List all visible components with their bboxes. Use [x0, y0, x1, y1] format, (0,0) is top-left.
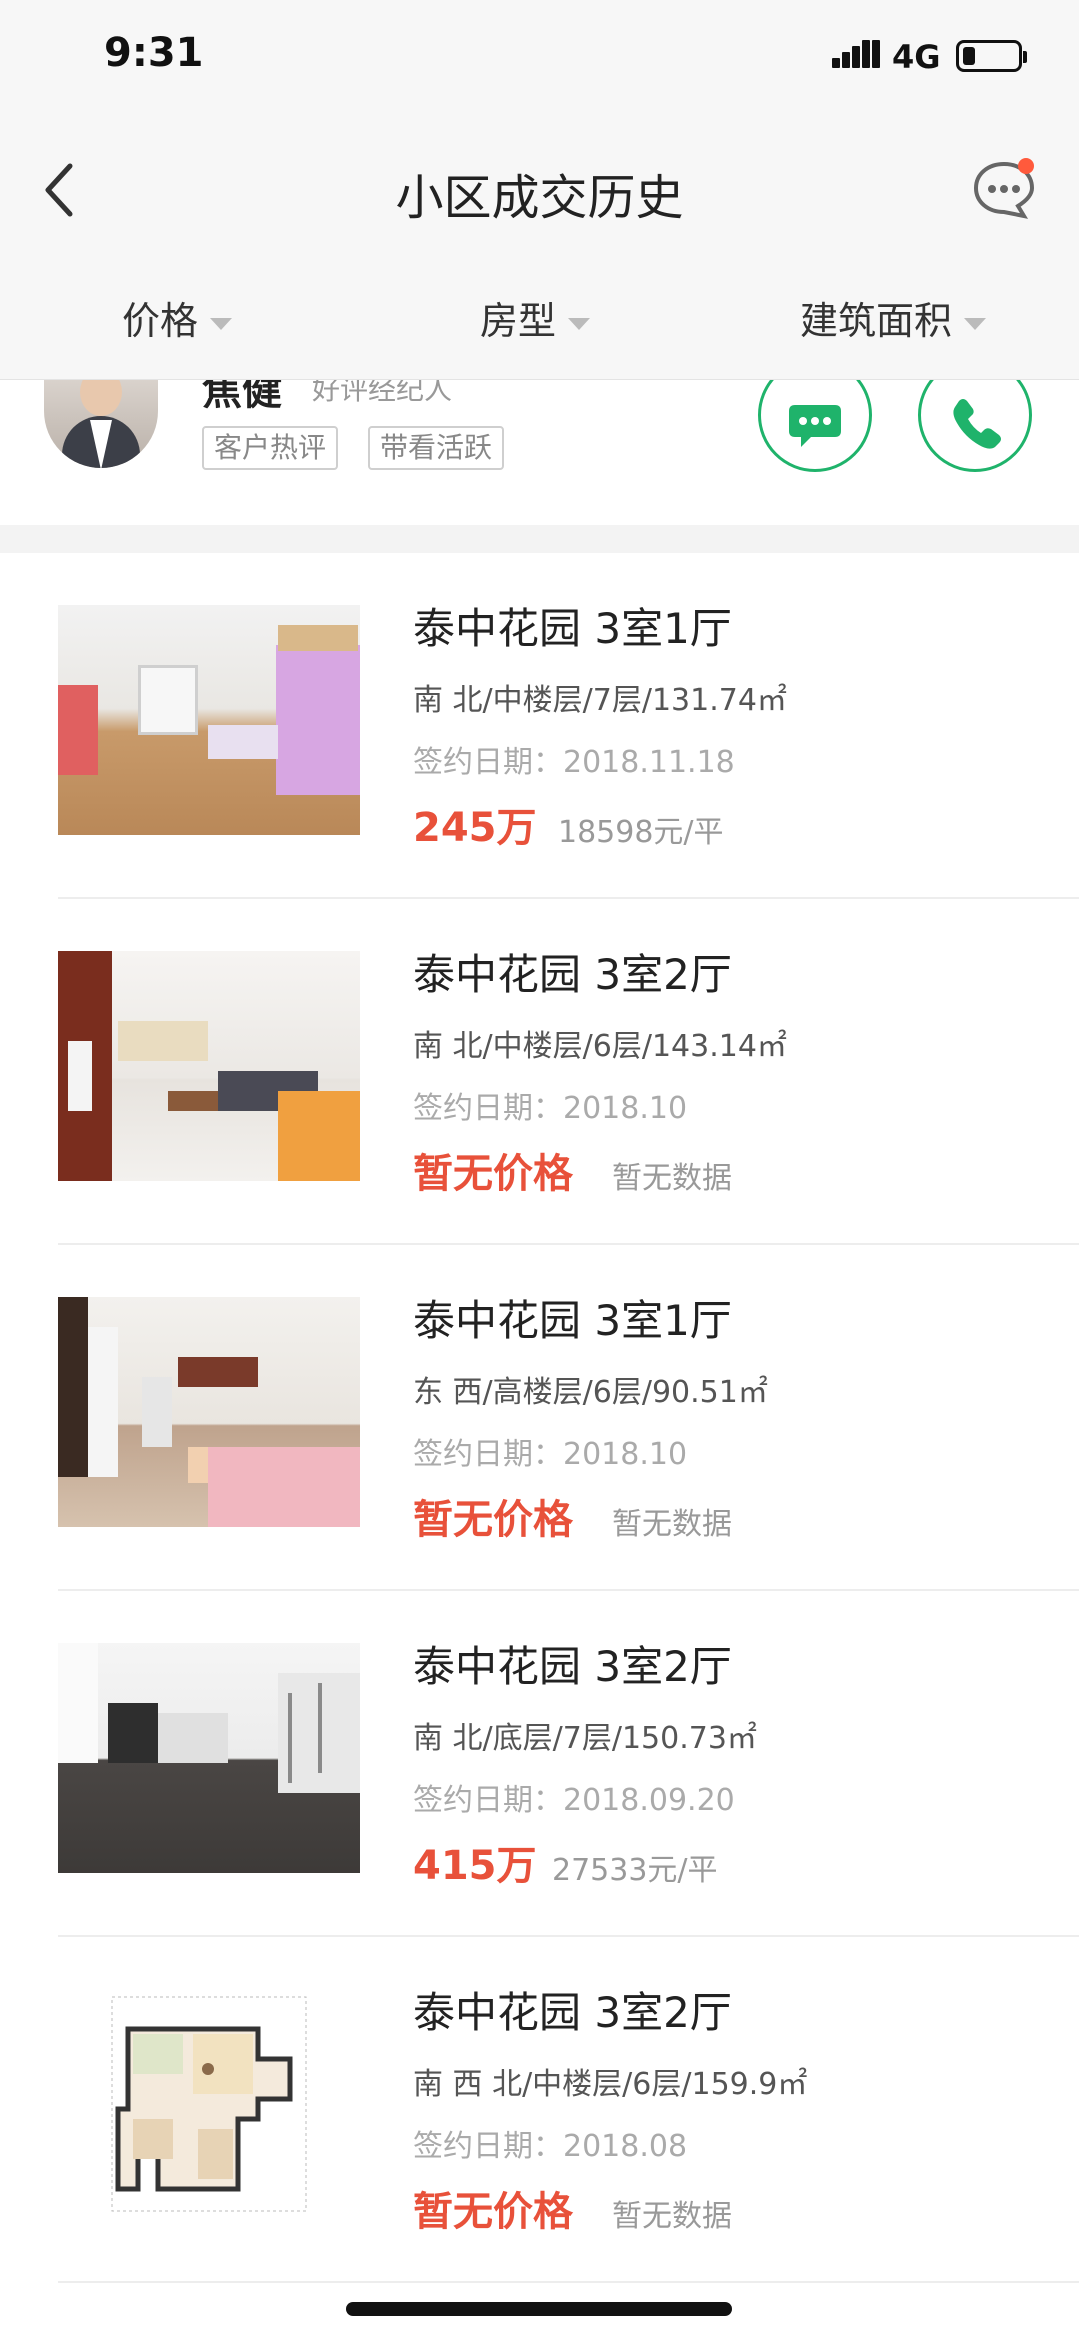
- filter-area[interactable]: 建筑面积: [800, 290, 987, 345]
- phone-icon: [953, 399, 1001, 449]
- agent-tag: 客户热评: [202, 426, 339, 470]
- status-time: 9:31: [104, 30, 204, 76]
- agent-subtitle: 好评经纪人: [312, 380, 453, 406]
- listing-unit-price: 暂无数据: [612, 1161, 732, 1196]
- filter-label: 建筑面积: [800, 299, 953, 343]
- listing-title: 泰中花园 3室1厅: [413, 1296, 732, 1345]
- agent-tag: 带看活跃: [368, 426, 505, 470]
- chat-bubble-icon: [973, 158, 1035, 219]
- filter-label: 价格: [122, 299, 199, 343]
- listing-unit-price: 暂无数据: [612, 2199, 732, 2234]
- list-item[interactable]: 泰中花园 3室2厅 南 西 北/中楼层/6层/159.9㎡ 签约日期：2018.…: [0, 1937, 1079, 2283]
- nav-bar: 小区成交历史: [0, 120, 1079, 260]
- filter-layout[interactable]: 房型: [480, 290, 591, 345]
- listing-price: 415万: [413, 1843, 537, 1889]
- call-agent-button[interactable]: [918, 380, 1032, 472]
- listing-photo: [58, 605, 360, 835]
- listing-info: 南 北/中楼层/6层/143.14㎡: [413, 1029, 787, 1064]
- listing-photo: [58, 1297, 360, 1527]
- status-bar: 9:31 4G: [0, 0, 1079, 120]
- caret-down-icon: [568, 317, 591, 330]
- list-item[interactable]: 泰中花园 3室1厅 南 北/中楼层/7层/131.74㎡ 签约日期：2018.1…: [0, 553, 1079, 899]
- listing-title: 泰中花园 3室2厅: [413, 950, 732, 999]
- listing-info: 南 西 北/中楼层/6层/159.9㎡: [413, 2067, 808, 2102]
- listing-unit-price: 27533元/平: [552, 1853, 718, 1888]
- listing-info: 南 北/中楼层/7层/131.74㎡: [413, 683, 787, 718]
- caret-down-icon: [964, 317, 987, 330]
- message-button[interactable]: [972, 158, 1035, 219]
- filter-bar: 价格 房型 建筑面积: [0, 260, 1079, 380]
- listing-date: 签约日期：2018.11.18: [413, 745, 735, 780]
- listing-price: 暂无价格: [413, 2189, 573, 2235]
- listing-price: 暂无价格: [413, 1151, 573, 1197]
- listing-title: 泰中花园 3室2厅: [413, 1988, 732, 2037]
- list-item[interactable]: 泰中花园 3室1厅 东 西/高楼层/6层/90.51㎡ 签约日期：2018.10…: [0, 1245, 1079, 1591]
- avatar: [44, 380, 158, 468]
- listing-photo: [58, 951, 360, 1181]
- listing-price: 暂无价格: [413, 1497, 573, 1543]
- listing-unit-price: 18598元/平: [558, 815, 724, 850]
- listing-info: 南 北/底层/7层/150.73㎡: [413, 1721, 757, 1756]
- listing-date: 签约日期：2018.09.20: [413, 1783, 735, 1818]
- list-item[interactable]: 泰中花园 3室2厅 南 北/底层/7层/150.73㎡ 签约日期：2018.09…: [0, 1591, 1079, 1937]
- home-indicator[interactable]: [346, 2302, 732, 2316]
- floor-plan-icon: [111, 1996, 307, 2212]
- listing-title: 泰中花园 3室1厅: [413, 604, 732, 653]
- listing-date: 签约日期：2018.10: [413, 1091, 688, 1126]
- listing-info: 东 西/高楼层/6层/90.51㎡: [413, 1375, 768, 1410]
- listing-date: 签约日期：2018.10: [413, 1437, 688, 1472]
- listing-title: 泰中花园 3室2厅: [413, 1642, 732, 1691]
- list-item[interactable]: 泰中花园 3室2厅 南 北/中楼层/6层/143.14㎡ 签约日期：2018.1…: [0, 899, 1079, 1245]
- floor-plan-image: [58, 1989, 360, 2219]
- section-separator: [0, 525, 1079, 553]
- page-title: 小区成交历史: [395, 170, 684, 226]
- filter-label: 房型: [480, 299, 557, 343]
- listing-date: 签约日期：2018.08: [413, 2129, 688, 2164]
- signal-icon: [832, 40, 880, 68]
- caret-down-icon: [210, 317, 233, 330]
- filter-price[interactable]: 价格: [122, 290, 233, 345]
- chat-icon: [789, 405, 841, 447]
- listing-unit-price: 暂无数据: [612, 1507, 732, 1542]
- agent-card[interactable]: 焦健 好评经纪人 客户热评 带看活跃: [0, 380, 1079, 525]
- battery-low-icon: [956, 40, 1027, 72]
- listing-price: 245万: [413, 805, 537, 851]
- agent-name: 焦健: [202, 380, 282, 414]
- listing-photo: [58, 1643, 360, 1873]
- chat-agent-button[interactable]: [758, 380, 872, 472]
- network-label: 4G: [892, 38, 941, 76]
